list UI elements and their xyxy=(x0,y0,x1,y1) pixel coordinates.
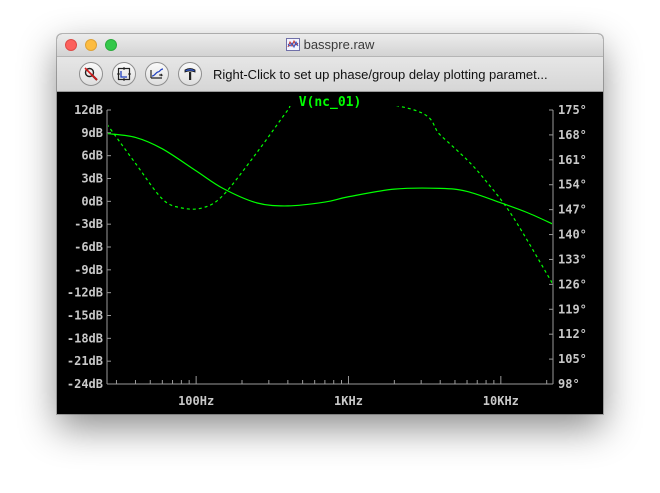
left-tick-label: 12dB xyxy=(74,103,103,117)
left-tick-label: -3dB xyxy=(74,217,103,231)
window-title-group: basspre.raw xyxy=(57,37,603,53)
left-tick-label: -24dB xyxy=(67,377,103,391)
window-title: basspre.raw xyxy=(303,37,375,52)
right-tick-label: 112° xyxy=(558,327,587,341)
left-tick-label: -9dB xyxy=(74,263,103,277)
autorange-button[interactable] xyxy=(79,62,103,86)
right-tick-label: 147° xyxy=(558,203,587,217)
left-tick-label: 3dB xyxy=(81,172,103,186)
right-tick-label: 168° xyxy=(558,128,587,142)
zoom-extents-button[interactable] xyxy=(112,62,136,86)
right-tick-label: 98° xyxy=(558,377,580,391)
bode-plot[interactable]: 12dB 9dB 6dB 3dB 0dB -3dB -6dB -9dB -12dB -15dB -1… xyxy=(57,92,603,414)
right-tick-label: 105° xyxy=(558,352,587,366)
right-tick-label: 154° xyxy=(558,178,587,192)
left-tick-label: -12dB xyxy=(67,286,103,300)
waveform-file-icon xyxy=(285,38,300,52)
left-tick-label: 6dB xyxy=(81,149,103,163)
x-tick-label: 10KHz xyxy=(483,394,519,408)
right-tick-label: 140° xyxy=(558,228,587,242)
x-tick-label: 100Hz xyxy=(178,394,214,408)
left-tick-label: -21dB xyxy=(67,354,103,368)
left-tick-label: 0dB xyxy=(81,194,103,208)
plot-background xyxy=(57,92,603,414)
title-bar[interactable]: basspre.raw xyxy=(57,34,603,57)
right-tick-label: 126° xyxy=(558,277,587,291)
right-tick-label: 119° xyxy=(558,302,587,316)
left-tick-label: 9dB xyxy=(81,126,103,140)
toolbar-hint: Right-Click to set up phase/group delay … xyxy=(213,67,548,82)
x-tick-label: 1KHz xyxy=(334,394,363,408)
right-tick-label: 161° xyxy=(558,153,587,167)
zoom-box-icon xyxy=(117,67,131,81)
left-tick-label: -6dB xyxy=(74,240,103,254)
pan-button[interactable] xyxy=(145,62,169,86)
left-tick-label: -18dB xyxy=(67,331,103,345)
magnifier-crossed-icon xyxy=(84,67,98,81)
right-tick-label: 133° xyxy=(558,252,587,266)
right-tick-label: 175° xyxy=(558,103,587,117)
plot-window: basspre.raw Right-Click to set up phase/… xyxy=(57,34,603,414)
trace-title: V(nc_01) xyxy=(299,95,362,110)
probe-button[interactable] xyxy=(178,62,202,86)
toolbar: Right-Click to set up phase/group delay … xyxy=(57,57,603,92)
pan-waveform-icon xyxy=(150,68,164,79)
left-tick-label: -15dB xyxy=(67,309,103,323)
probe-hammer-icon xyxy=(184,68,196,80)
